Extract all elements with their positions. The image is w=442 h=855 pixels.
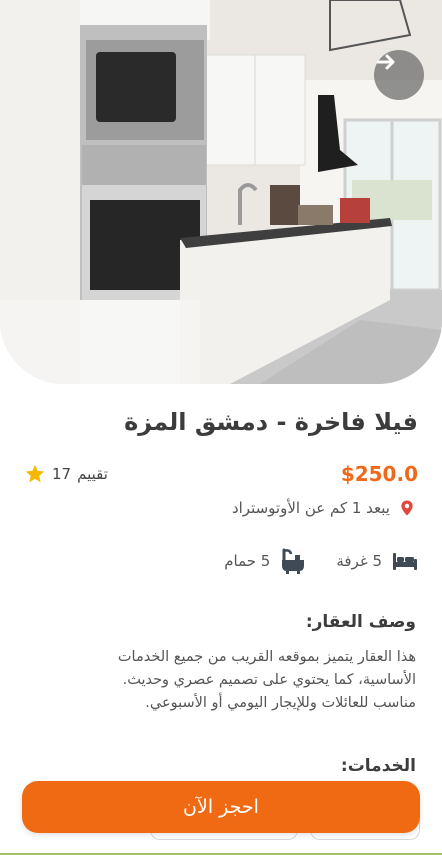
description-heading: وصف العقار: xyxy=(305,612,416,632)
rating-count: 17 xyxy=(52,465,72,483)
location: يبعد 1 كم عن الأوتوستراد xyxy=(232,498,416,518)
services-heading: الخدمات: xyxy=(340,756,416,776)
baths-feature: 5 حمام xyxy=(224,548,306,574)
price-rating-row: تقييم 17 $250.0 xyxy=(24,462,418,486)
description-text: هذا العقار يتميز بموقعه القريب من جميع ا… xyxy=(36,646,416,715)
location-text: يبعد 1 كم عن الأوتوستراد xyxy=(231,499,390,517)
property-title: فيلا فاخرة - دمشق المزة xyxy=(124,408,418,436)
bathtub-icon xyxy=(282,548,305,574)
description-line: الأساسية، كما يحتوي على تصميم عصري وحديث… xyxy=(122,672,416,688)
bed-icon xyxy=(393,553,417,570)
book-now-button[interactable]: احجز الآن xyxy=(22,781,420,833)
next-image-button[interactable] xyxy=(374,50,424,100)
price: $250.0 xyxy=(340,462,418,486)
rooms-feature: 5 غرفة xyxy=(336,551,418,571)
rooms-count: 5 غرفة xyxy=(336,552,382,570)
star-icon xyxy=(25,464,45,483)
property-image xyxy=(0,0,442,384)
arrow-right-icon xyxy=(376,54,395,70)
features: 5 غرفة 5 حمام xyxy=(224,548,418,574)
description-line: مناسب للعائلات وللإيجار اليومي أو الأسبو… xyxy=(145,695,416,711)
baths-count: 5 حمام xyxy=(224,552,271,570)
rating-label: تقييم xyxy=(77,465,108,483)
description-line: هذا العقار يتميز بموقعه القريب من جميع ا… xyxy=(117,649,416,665)
location-pin-icon xyxy=(401,500,413,516)
rating[interactable]: تقييم 17 xyxy=(24,463,108,485)
